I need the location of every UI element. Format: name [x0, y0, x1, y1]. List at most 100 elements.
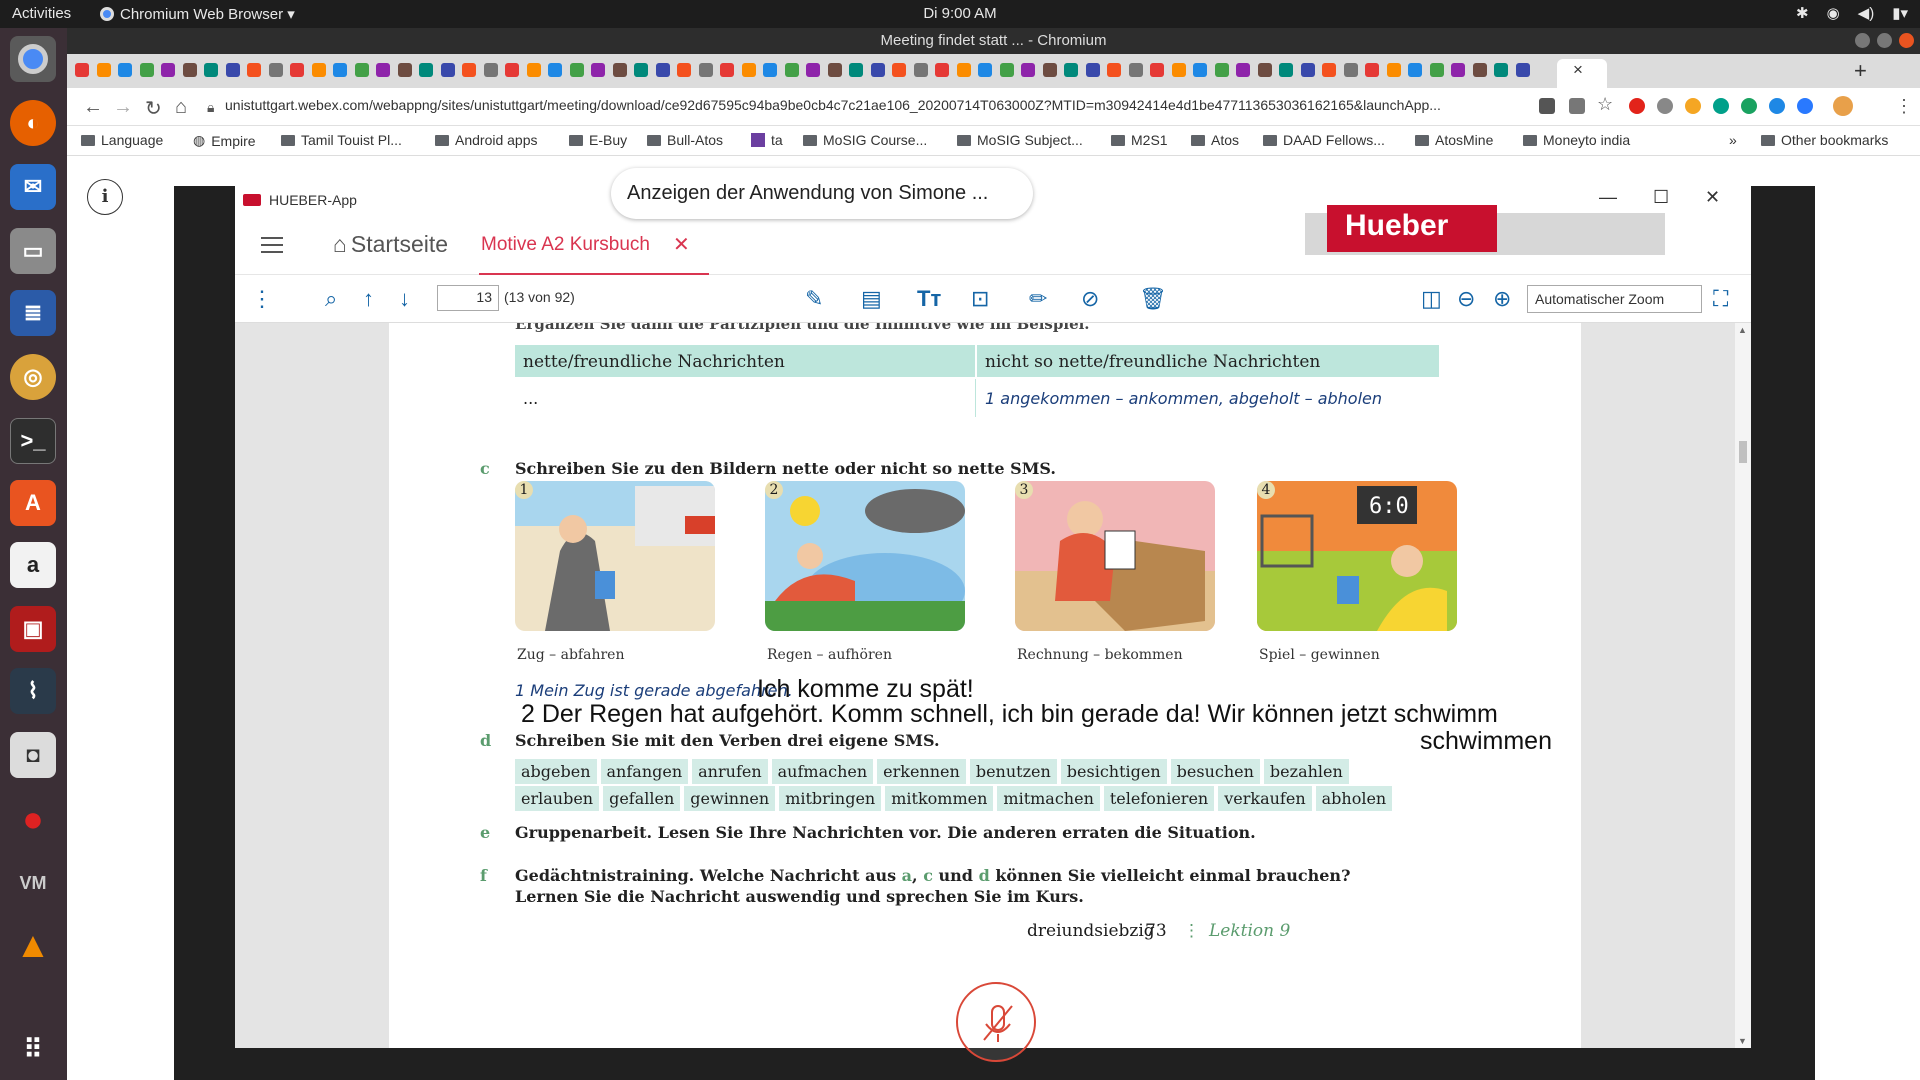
- sharing-banner[interactable]: Anzeigen der Anwendung von Simone ...: [611, 168, 1033, 219]
- tab-favicon-icon[interactable]: [677, 63, 691, 77]
- forward-button[interactable]: →: [113, 96, 133, 119]
- clock[interactable]: Di 9:00 AM: [0, 5, 1920, 22]
- scroll-down-icon[interactable]: ▼: [1738, 1036, 1747, 1046]
- tab-favicon-icon[interactable]: [548, 63, 562, 77]
- tab-favicon-icon[interactable]: [741, 63, 756, 77]
- tab-favicon-icon[interactable]: [870, 63, 885, 77]
- tab-favicon-icon[interactable]: [913, 63, 928, 77]
- tab-favicon-icon[interactable]: [956, 63, 971, 77]
- tab-favicon-icon[interactable]: [247, 63, 261, 77]
- extension-icon[interactable]: [1657, 98, 1673, 114]
- tab-favicon-icon[interactable]: [698, 63, 713, 77]
- typed-answer-2-wrap[interactable]: schwimmen: [1420, 727, 1552, 756]
- browser-menu-icon[interactable]: ⋮: [1895, 96, 1913, 117]
- minimize-icon[interactable]: —: [1599, 187, 1617, 208]
- bookmark-ta[interactable]: ta: [751, 132, 783, 148]
- camera-icon[interactable]: ◘: [10, 732, 56, 778]
- zoom-in-icon[interactable]: ⊕: [1493, 286, 1511, 312]
- system-tray[interactable]: ✱ ◉ ◀) ▮▾: [1796, 4, 1908, 22]
- tab-favicon-icon[interactable]: [1408, 63, 1422, 77]
- tab-favicon-icon[interactable]: [225, 63, 240, 77]
- bookmark-bullatos[interactable]: Bull-Atos: [647, 132, 723, 148]
- home-link[interactable]: ⌂ Startseite: [333, 231, 448, 258]
- back-button[interactable]: ←: [83, 96, 103, 119]
- tab-favicon-icon[interactable]: [935, 63, 949, 77]
- tab-favicon-icon[interactable]: [290, 63, 304, 77]
- tab-favicon-icon[interactable]: [978, 63, 992, 77]
- rhythmbox-icon[interactable]: ◎: [10, 354, 56, 400]
- tab-favicon-icon[interactable]: [634, 63, 648, 77]
- tab-favicon-icon[interactable]: [462, 63, 476, 77]
- maximize-window-button[interactable]: [1877, 33, 1892, 48]
- sidebar-toggle-icon[interactable]: ◫: [1421, 286, 1442, 312]
- tab-favicon-icon[interactable]: [397, 63, 412, 77]
- bookmark-moneyto[interactable]: Moneyto india: [1523, 132, 1630, 148]
- system-monitor-icon[interactable]: ⌇: [10, 668, 56, 714]
- tab-favicon-icon[interactable]: [182, 63, 197, 77]
- tab-favicon-icon[interactable]: [1085, 63, 1100, 77]
- home-button[interactable]: ⌂: [175, 96, 187, 119]
- zoom-select[interactable]: Automatischer Zoom: [1527, 285, 1702, 313]
- tab-favicon-icon[interactable]: [1365, 63, 1379, 77]
- maximize-icon[interactable]: ☐: [1653, 187, 1669, 208]
- bookmark-atosmine[interactable]: AtosMine: [1415, 132, 1493, 148]
- tab-favicon-icon[interactable]: [483, 63, 498, 77]
- tab-favicon-icon[interactable]: [1429, 63, 1444, 77]
- extension-icon[interactable]: [1797, 98, 1813, 114]
- tab-favicon-icon[interactable]: [1150, 63, 1164, 77]
- tab-favicon-icon[interactable]: [655, 63, 670, 77]
- extension-icon[interactable]: [1685, 98, 1701, 114]
- tab-favicon-icon[interactable]: [139, 63, 154, 77]
- camera-permission-icon[interactable]: [1539, 98, 1555, 114]
- tab-favicon-icon[interactable]: [1042, 63, 1057, 77]
- previous-page-icon[interactable]: ↑: [363, 286, 374, 312]
- software-center-icon[interactable]: A: [10, 480, 56, 526]
- delete-icon[interactable]: 🗑︎: [1139, 286, 1167, 312]
- tab-favicon-icon[interactable]: [806, 63, 820, 77]
- hamburger-menu-icon[interactable]: [261, 237, 283, 258]
- tab-favicon-icon[interactable]: [526, 63, 541, 77]
- text-tool-icon[interactable]: Tт: [917, 286, 941, 312]
- mute-microphone-button[interactable]: [956, 982, 1036, 1062]
- new-tab-button[interactable]: +: [1854, 58, 1867, 84]
- tab-favicon-icon[interactable]: [784, 63, 799, 77]
- bookmark-atos[interactable]: Atos: [1191, 132, 1239, 148]
- pdf-viewer[interactable]: Ergänzen Sie dann die Partizipien und di…: [235, 323, 1751, 1048]
- tab-favicon-icon[interactable]: [612, 63, 627, 77]
- tab-favicon-icon[interactable]: [720, 63, 734, 77]
- tab-favicon-icon[interactable]: [1343, 63, 1358, 77]
- hide-annotations-icon[interactable]: ⊘: [1081, 286, 1099, 312]
- vlc-icon[interactable]: ▲: [10, 922, 56, 968]
- tab-strip[interactable]: × +: [67, 54, 1920, 89]
- writer-icon[interactable]: ≣: [10, 290, 56, 336]
- terminal-icon[interactable]: >_: [10, 418, 56, 464]
- close-tab-icon[interactable]: ✕: [673, 232, 690, 257]
- other-bookmarks[interactable]: Other bookmarks: [1761, 132, 1888, 148]
- wifi-icon[interactable]: ◉: [1827, 4, 1840, 22]
- extension-icon[interactable]: [1769, 98, 1785, 114]
- tab-favicon-icon[interactable]: [96, 63, 111, 77]
- bookmarks-overflow-button[interactable]: »: [1729, 132, 1737, 148]
- tab-favicon-icon[interactable]: [505, 63, 519, 77]
- scrollbar-thumb[interactable]: [1739, 441, 1747, 463]
- fullscreen-icon[interactable]: ⛶: [1713, 286, 1728, 312]
- bookmark-tamil[interactable]: Tamil Touist Pl...: [281, 132, 402, 148]
- next-page-icon[interactable]: ↓: [399, 286, 410, 312]
- thunderbird-icon[interactable]: ✉: [10, 164, 56, 210]
- tab-favicon-icon[interactable]: [118, 63, 132, 77]
- tab-favicon-icon[interactable]: [1515, 63, 1530, 77]
- profile-avatar[interactable]: [1833, 96, 1853, 116]
- tab-favicon-icon[interactable]: [1279, 63, 1293, 77]
- url-field[interactable]: unistuttgart.webex.com/webappng/sites/un…: [225, 97, 1525, 113]
- tab-favicon-icon[interactable]: [1193, 63, 1207, 77]
- minimize-window-button[interactable]: [1855, 33, 1870, 48]
- search-document-icon[interactable]: ⌕: [325, 286, 337, 312]
- scroll-up-icon[interactable]: ▲: [1738, 325, 1747, 335]
- comment-icon[interactable]: ▤: [861, 286, 882, 312]
- pencil-icon[interactable]: ✏: [1029, 286, 1047, 312]
- extension-icon[interactable]: [1741, 98, 1757, 114]
- tab-favicon-icon[interactable]: [1494, 63, 1508, 77]
- tab-favicon-icon[interactable]: [333, 63, 347, 77]
- bookmark-star-icon[interactable]: ☆: [1597, 94, 1613, 114]
- tab-favicon-icon[interactable]: [204, 63, 218, 77]
